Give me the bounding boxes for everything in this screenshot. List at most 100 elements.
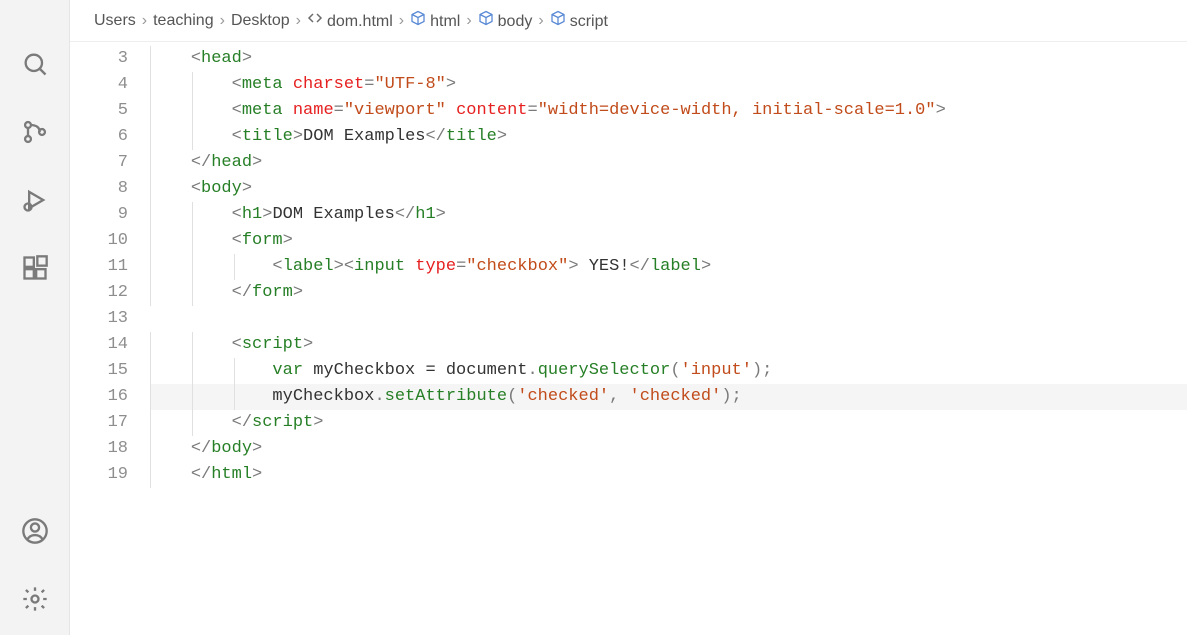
symbol-cube-icon bbox=[478, 10, 494, 26]
indent-guide bbox=[234, 358, 235, 384]
indent-guide bbox=[150, 332, 151, 358]
breadcrumb-item[interactable]: body bbox=[478, 10, 533, 31]
breadcrumb-separator-icon: › bbox=[538, 12, 543, 30]
code-line[interactable]: var myCheckbox = document.querySelector(… bbox=[150, 358, 1187, 384]
line-number: 3 bbox=[70, 46, 128, 72]
indent-guide bbox=[150, 202, 151, 228]
code-line[interactable]: <meta charset="UTF-8"> bbox=[150, 72, 1187, 98]
run-debug-icon[interactable] bbox=[21, 186, 49, 214]
code-line-content: </body> bbox=[150, 439, 262, 458]
account-icon[interactable] bbox=[21, 517, 49, 545]
breadcrumb-separator-icon: › bbox=[220, 12, 225, 30]
breadcrumb: Users›teaching›Desktop›dom.html›html›bod… bbox=[70, 0, 1187, 42]
code-line[interactable]: <body> bbox=[150, 176, 1187, 202]
code-line[interactable]: <meta name="viewport" content="width=dev… bbox=[150, 98, 1187, 124]
code-line[interactable]: </body> bbox=[150, 436, 1187, 462]
code-line[interactable]: myCheckbox.setAttribute('checked', 'chec… bbox=[150, 384, 1187, 410]
code-line-content: <h1>DOM Examples</h1> bbox=[150, 205, 446, 224]
code-line[interactable]: </form> bbox=[150, 280, 1187, 306]
indent-guide bbox=[192, 98, 193, 124]
indent-guide bbox=[150, 98, 151, 124]
indent-guide bbox=[192, 410, 193, 436]
code-editor[interactable]: 345678910111213141516171819 <head> <meta… bbox=[70, 42, 1187, 635]
code-line[interactable]: <script> bbox=[150, 332, 1187, 358]
indent-guide bbox=[150, 124, 151, 150]
code-line-content: <meta name="viewport" content="width=dev… bbox=[150, 101, 946, 120]
code-line-content: var myCheckbox = document.querySelector(… bbox=[150, 361, 772, 380]
indent-guide bbox=[150, 228, 151, 254]
breadcrumb-item[interactable]: html bbox=[410, 10, 460, 31]
code-line-content: <head> bbox=[150, 49, 252, 68]
line-number: 9 bbox=[70, 202, 128, 228]
line-number: 14 bbox=[70, 332, 128, 358]
indent-guide bbox=[192, 280, 193, 306]
editor-main: Users›teaching›Desktop›dom.html›html›bod… bbox=[70, 0, 1187, 635]
indent-guide bbox=[150, 384, 151, 410]
line-number: 5 bbox=[70, 98, 128, 124]
activity-bar bbox=[0, 0, 70, 635]
code-line-content: <meta charset="UTF-8"> bbox=[150, 75, 456, 94]
breadcrumb-separator-icon: › bbox=[399, 12, 404, 30]
indent-guide bbox=[150, 410, 151, 436]
code-line-content: <form> bbox=[150, 231, 293, 250]
code-line[interactable]: </head> bbox=[150, 150, 1187, 176]
code-line[interactable]: <label><input type="checkbox"> YES!</lab… bbox=[150, 254, 1187, 280]
indent-guide bbox=[150, 72, 151, 98]
indent-guide bbox=[192, 202, 193, 228]
line-number: 10 bbox=[70, 228, 128, 254]
breadcrumb-label: teaching bbox=[153, 12, 214, 29]
breadcrumb-item[interactable]: teaching bbox=[153, 12, 214, 30]
indent-guide bbox=[192, 72, 193, 98]
indent-guide bbox=[150, 176, 151, 202]
code-line-content: </head> bbox=[150, 153, 262, 172]
search-icon[interactable] bbox=[21, 50, 49, 78]
breadcrumb-item[interactable]: dom.html bbox=[307, 10, 393, 31]
code-line[interactable]: <title>DOM Examples</title> bbox=[150, 124, 1187, 150]
line-number: 7 bbox=[70, 150, 128, 176]
source-control-icon[interactable] bbox=[21, 118, 49, 146]
breadcrumb-item[interactable]: Users bbox=[94, 12, 136, 30]
indent-guide bbox=[150, 462, 151, 488]
indent-guide bbox=[150, 46, 151, 72]
breadcrumb-item[interactable]: Desktop bbox=[231, 12, 290, 30]
extensions-icon[interactable] bbox=[21, 254, 49, 282]
breadcrumb-label: script bbox=[570, 13, 608, 30]
line-number: 15 bbox=[70, 358, 128, 384]
breadcrumb-item[interactable]: script bbox=[550, 10, 608, 31]
code-line[interactable]: </html> bbox=[150, 462, 1187, 488]
code-line[interactable]: </script> bbox=[150, 410, 1187, 436]
code-line-content: </form> bbox=[150, 283, 303, 302]
indent-guide bbox=[234, 254, 235, 280]
indent-guide bbox=[150, 358, 151, 384]
line-number: 4 bbox=[70, 72, 128, 98]
indent-guide bbox=[192, 254, 193, 280]
breadcrumb-label: dom.html bbox=[327, 13, 393, 30]
line-number: 11 bbox=[70, 254, 128, 280]
symbol-cube-icon bbox=[550, 10, 566, 26]
indent-guide bbox=[150, 436, 151, 462]
line-gutter: 345678910111213141516171819 bbox=[70, 46, 150, 635]
code-line-content: myCheckbox.setAttribute('checked', 'chec… bbox=[150, 387, 742, 406]
code-line[interactable]: <head> bbox=[150, 46, 1187, 72]
code-line[interactable] bbox=[150, 306, 1187, 332]
line-number: 8 bbox=[70, 176, 128, 202]
settings-icon[interactable] bbox=[21, 585, 49, 613]
indent-guide bbox=[150, 280, 151, 306]
line-number: 19 bbox=[70, 462, 128, 488]
code-line-content: </script> bbox=[150, 413, 323, 432]
code-content[interactable]: <head> <meta charset="UTF-8"> <meta name… bbox=[150, 46, 1187, 635]
code-line-content: <title>DOM Examples</title> bbox=[150, 127, 507, 146]
indent-guide bbox=[192, 358, 193, 384]
breadcrumb-label: Desktop bbox=[231, 12, 290, 29]
breadcrumb-separator-icon: › bbox=[466, 12, 471, 30]
breadcrumb-label: body bbox=[498, 13, 533, 30]
indent-guide bbox=[234, 384, 235, 410]
line-number: 16 bbox=[70, 384, 128, 410]
code-line[interactable]: <h1>DOM Examples</h1> bbox=[150, 202, 1187, 228]
indent-guide bbox=[192, 332, 193, 358]
line-number: 13 bbox=[70, 306, 128, 332]
code-line-content: <script> bbox=[150, 335, 313, 354]
indent-guide bbox=[150, 150, 151, 176]
symbol-cube-icon bbox=[410, 10, 426, 26]
code-line[interactable]: <form> bbox=[150, 228, 1187, 254]
